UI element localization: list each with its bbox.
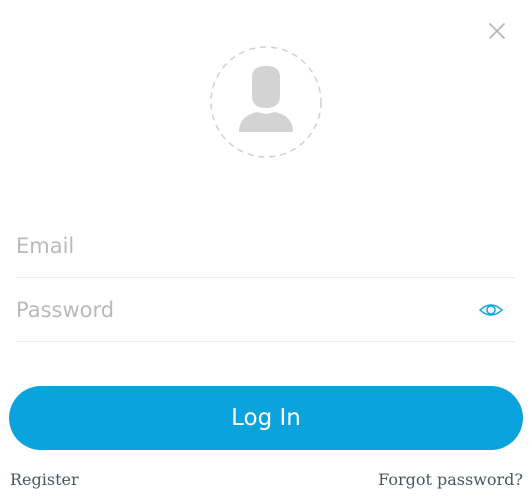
register-link[interactable]: Register (10, 470, 79, 489)
avatar[interactable] (207, 44, 325, 160)
login-button[interactable]: Log In (9, 386, 523, 450)
show-password-toggle[interactable] (478, 300, 504, 320)
password-field-row (16, 278, 516, 342)
close-button[interactable] (484, 18, 510, 44)
password-input[interactable] (16, 278, 456, 341)
user-silhouette-icon (239, 66, 293, 132)
close-icon (489, 23, 505, 39)
email-field-row (16, 214, 516, 278)
email-input[interactable] (16, 214, 456, 277)
forgot-password-link[interactable]: Forgot password? (378, 470, 523, 489)
eye-icon (478, 304, 504, 316)
